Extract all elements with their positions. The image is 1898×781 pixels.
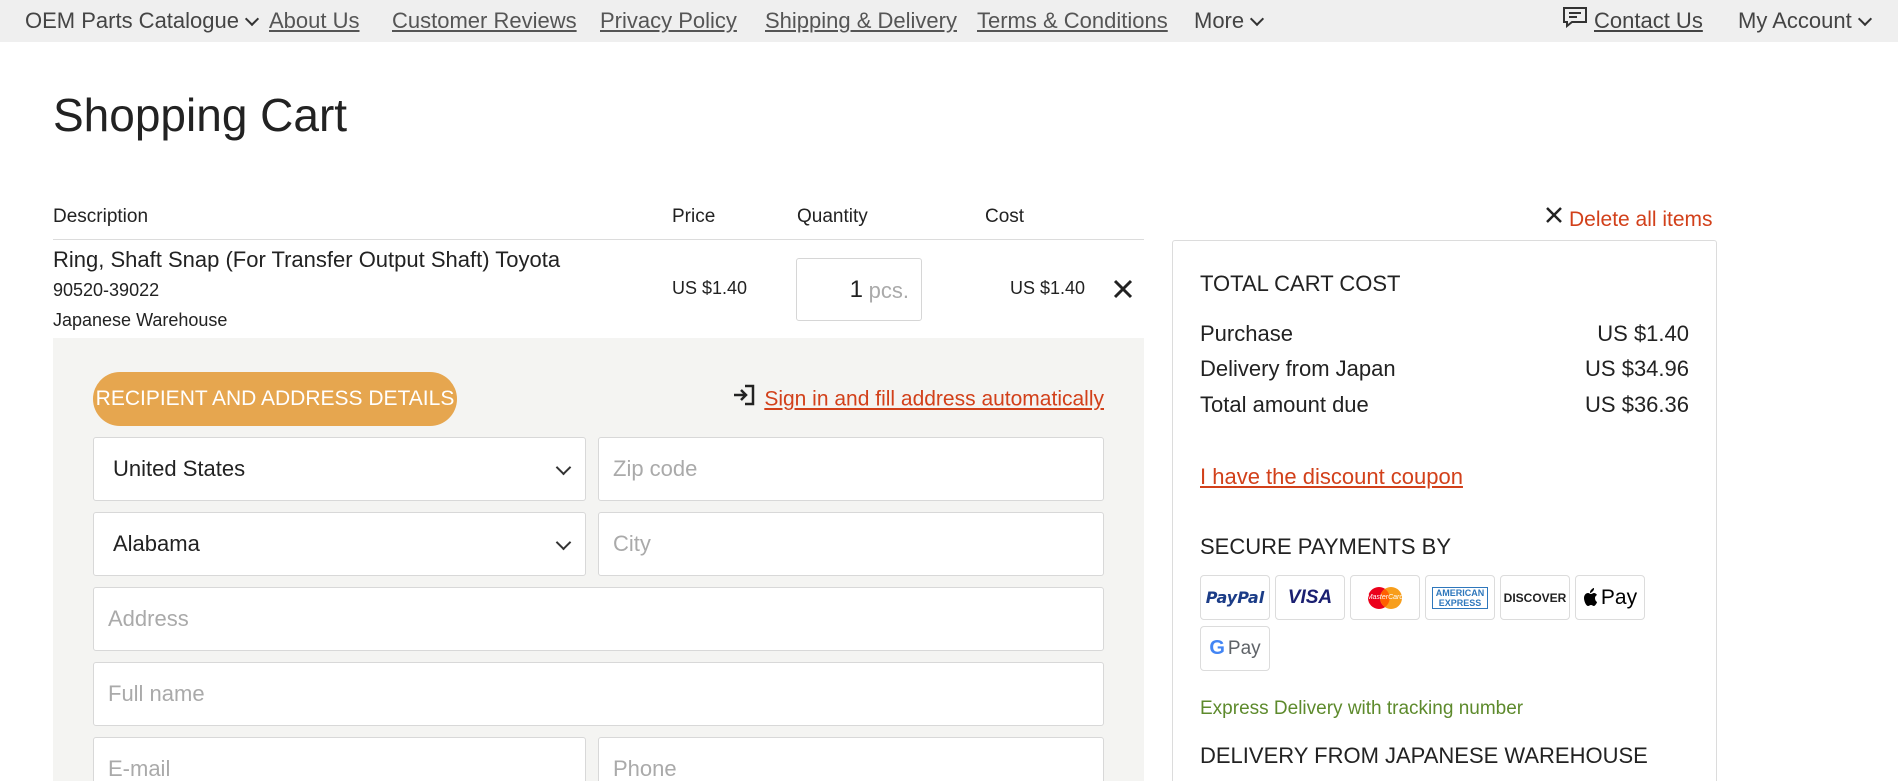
chat-icon	[1562, 6, 1588, 34]
column-header-cost: Cost	[985, 206, 1025, 227]
close-icon	[1545, 206, 1563, 230]
quantity-value: 1	[849, 276, 863, 303]
nav-catalogue-label: OEM Parts Catalogue	[25, 8, 239, 33]
remove-item-button[interactable]	[1112, 278, 1134, 300]
visa-logo: VISA	[1275, 575, 1345, 620]
summary-value: US $1.40	[1597, 321, 1689, 346]
apple-pay-logo: Pay	[1575, 575, 1645, 620]
country-select[interactable]: United States	[93, 437, 586, 501]
delivery-section-title: DELIVERY FROM JAPANESE WAREHOUSE	[1200, 743, 1648, 768]
nav-account-label: My Account	[1738, 8, 1852, 33]
discover-logo: DISCOVER	[1500, 575, 1570, 620]
country-value: United States	[113, 456, 246, 481]
apple-icon	[1583, 588, 1597, 606]
recipient-details-button[interactable]: RECIPIENT AND ADDRESS DETAILS	[93, 372, 457, 426]
zip-code-field[interactable]: Zip code	[598, 437, 1104, 501]
quantity-unit: pcs.	[868, 278, 909, 303]
summary-label: Total amount due	[1200, 392, 1369, 417]
nav-catalogue-menu[interactable]: OEM Parts Catalogue	[25, 8, 260, 34]
close-icon	[1113, 279, 1133, 299]
summary-row-purchase: Purchase US $1.40	[1200, 321, 1689, 347]
nav-about-link[interactable]: About Us	[269, 8, 360, 34]
nav-privacy-link[interactable]: Privacy Policy	[600, 8, 737, 34]
mastercard-logo: MasterCard	[1350, 575, 1420, 620]
nav-terms-link[interactable]: Terms & Conditions	[977, 8, 1168, 34]
table-divider	[53, 239, 1144, 240]
chevron-down-icon	[555, 459, 572, 476]
page-title: Shopping Cart	[53, 89, 348, 141]
column-header-price: Price	[672, 206, 716, 227]
summary-label: Purchase	[1200, 321, 1293, 346]
summary-value: US $36.36	[1585, 392, 1689, 417]
item-warehouse: Japanese Warehouse	[53, 310, 228, 330]
summary-row-total: Total amount due US $36.36	[1200, 392, 1689, 418]
chevron-down-icon	[1857, 11, 1872, 27]
cart-summary-panel: TOTAL CART COST Purchase US $1.40 Delive…	[1172, 240, 1717, 781]
state-value: Alabama	[113, 531, 200, 556]
quantity-input[interactable]: 1 pcs.	[796, 258, 922, 321]
chevron-down-icon	[555, 534, 572, 551]
google-g-icon: G	[1209, 637, 1225, 659]
item-name[interactable]: Ring, Shaft Snap (For Transfer Output Sh…	[53, 247, 560, 273]
nav-contact[interactable]: Contact Us	[1562, 6, 1703, 36]
sign-in-link[interactable]: Sign in and fill address automatically	[732, 384, 1104, 414]
delete-all-items-button[interactable]: Delete all items	[1545, 206, 1713, 232]
column-header-description: Description	[53, 206, 149, 227]
paypal-logo: PayPal	[1200, 575, 1270, 620]
recipient-form-panel: RECIPIENT AND ADDRESS DETAILS Sign in an…	[53, 338, 1144, 781]
sign-in-label: Sign in and fill address automatically	[764, 387, 1104, 411]
item-cost: US $1.40	[1010, 278, 1086, 298]
email-field[interactable]: E-mail	[93, 737, 586, 781]
summary-label: Delivery from Japan	[1200, 356, 1396, 381]
item-part-number: 90520-39022	[53, 280, 160, 300]
chevron-down-icon	[1250, 11, 1265, 27]
column-header-quantity: Quantity	[797, 206, 868, 227]
phone-field[interactable]: Phone	[598, 737, 1104, 781]
summary-value: US $34.96	[1585, 356, 1689, 381]
chevron-down-icon	[244, 11, 260, 27]
item-price: US $1.40	[672, 278, 748, 298]
summary-row-delivery: Delivery from Japan US $34.96	[1200, 356, 1689, 382]
summary-title: TOTAL CART COST	[1200, 271, 1401, 296]
nav-more-label: More	[1194, 8, 1245, 33]
nav-shipping-link[interactable]: Shipping & Delivery	[765, 8, 957, 34]
discount-coupon-link[interactable]: I have the discount coupon	[1200, 464, 1463, 490]
full-name-field[interactable]: Full name	[93, 662, 1104, 726]
address-field[interactable]: Address	[93, 587, 1104, 651]
top-navigation: OEM Parts Catalogue About Us Customer Re…	[0, 0, 1898, 42]
nav-contact-label: Contact Us	[1594, 8, 1703, 33]
express-delivery-note: Express Delivery with tracking number	[1200, 698, 1524, 719]
state-select[interactable]: Alabama	[93, 512, 586, 576]
secure-payments-title: SECURE PAYMENTS BY	[1200, 534, 1452, 559]
amex-logo: AMERICAN EXPRESS	[1425, 575, 1495, 620]
sign-in-icon	[732, 384, 756, 412]
city-field[interactable]: City	[598, 512, 1104, 576]
nav-more-menu[interactable]: More	[1194, 8, 1265, 34]
delete-all-label: Delete all items	[1569, 208, 1713, 231]
google-pay-logo: G Pay	[1200, 626, 1270, 671]
nav-reviews-link[interactable]: Customer Reviews	[392, 8, 577, 34]
nav-account-menu[interactable]: My Account	[1738, 8, 1872, 34]
